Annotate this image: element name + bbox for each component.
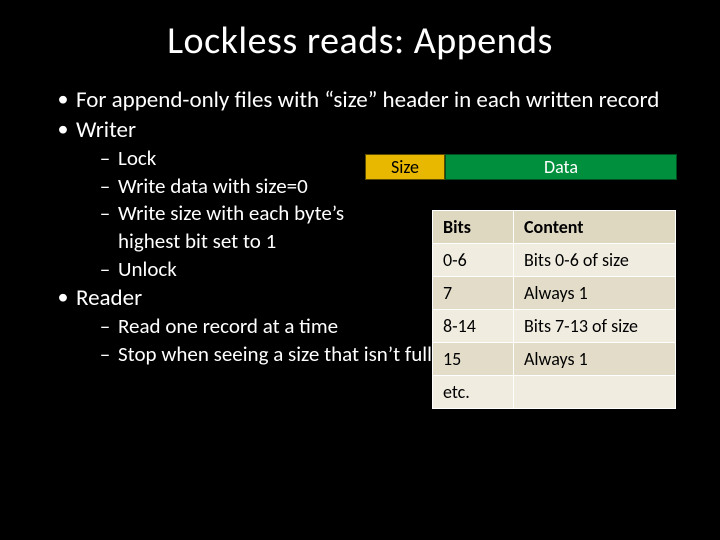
slide: Lockless reads: Appends For append-only …	[0, 0, 720, 540]
bullet-text: Lock	[118, 146, 156, 172]
bullet-text: Unlock	[118, 257, 177, 283]
table-row: 0-6 Bits 0-6 of size	[433, 244, 676, 277]
slide-title: Lockless reads: Appends	[0, 0, 720, 72]
table-row: 15 Always 1	[433, 343, 676, 376]
table-head-content: Content	[514, 211, 676, 244]
table-row: 7 Always 1	[433, 277, 676, 310]
table-cell-content: Always 1	[514, 277, 676, 310]
table-head-bits: Bits	[433, 211, 514, 244]
bullet-text: Write size with each byte’s	[118, 201, 344, 227]
table-row: etc.	[433, 376, 676, 409]
bullet-append-only: For append-only files with “size” header…	[50, 86, 670, 114]
bullet-text: Write data with size=0	[118, 174, 308, 200]
table-cell-content: Always 1	[514, 343, 676, 376]
table-cell-bits: 15	[433, 343, 514, 376]
table-cell-bits: etc.	[433, 376, 514, 409]
table-cell-bits: 0-6	[433, 244, 514, 277]
table-cell-content: Bits 0-6 of size	[514, 244, 676, 277]
table-cell-bits: 7	[433, 277, 514, 310]
bits-table: Bits Content 0-6 Bits 0-6 of size 7 Alwa…	[432, 210, 676, 409]
table-header-row: Bits Content	[433, 211, 676, 244]
bullet-text: Writer	[76, 116, 136, 144]
diagram-data-cell: Data	[445, 154, 677, 180]
table-cell-bits: 8-14	[433, 310, 514, 343]
size-data-diagram: Size Data	[365, 154, 677, 180]
table-row: 8-14 Bits 7-13 of size	[433, 310, 676, 343]
table-cell-content	[514, 376, 676, 409]
diagram-size-cell: Size	[365, 154, 445, 180]
bullet-text: Reader	[76, 284, 142, 312]
bullet-text: For append-only files with “size” header…	[76, 86, 659, 114]
table-cell-content: Bits 7-13 of size	[514, 310, 676, 343]
bullet-text: Read one record at a time	[118, 314, 338, 340]
bullet-writer: Writer	[50, 116, 670, 144]
